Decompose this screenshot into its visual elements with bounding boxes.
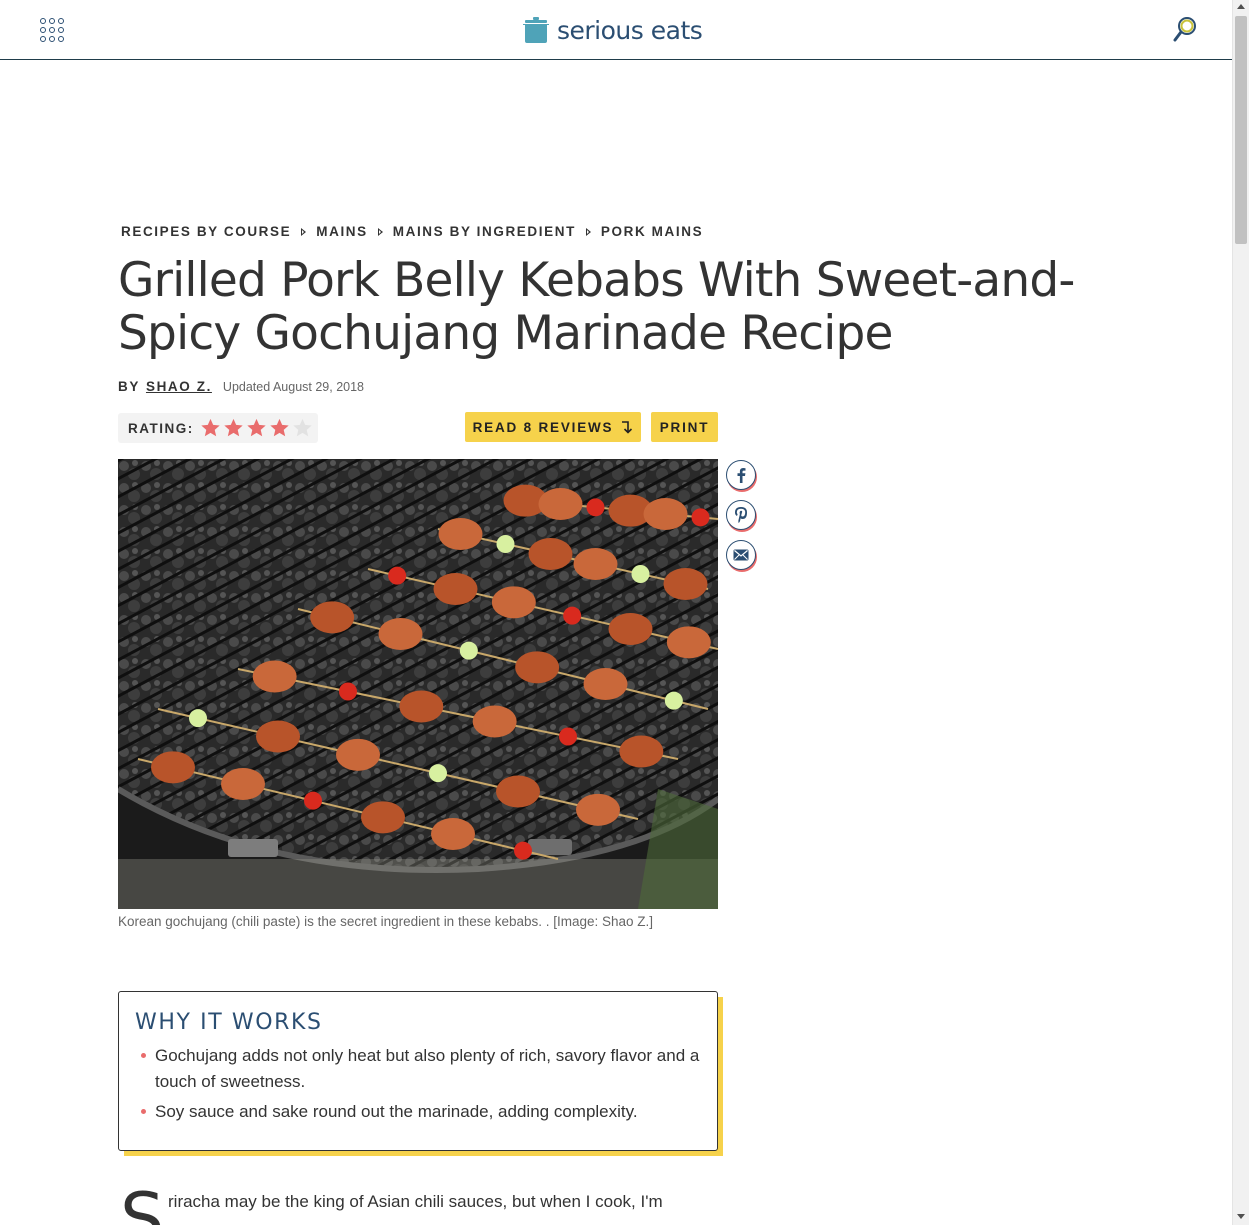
scroll-thumb[interactable]	[1235, 16, 1247, 244]
byline: BY SHAO Z. Updated August 29, 2018	[118, 379, 364, 394]
star-filled-icon	[224, 418, 243, 437]
share-email-button[interactable]	[726, 540, 756, 570]
facebook-icon	[737, 468, 746, 483]
why-it-works-box: WHY IT WORKS Gochujang adds not only hea…	[118, 991, 718, 1151]
share-pinterest-button[interactable]	[726, 500, 756, 530]
image-caption: Korean gochujang (chili paste) is the se…	[118, 914, 654, 929]
why-item: Soy sauce and sake round out the marinad…	[135, 1099, 701, 1125]
email-icon	[733, 549, 749, 561]
read-reviews-label: READ 8 REVIEWS	[472, 419, 614, 435]
star-empty-icon	[293, 418, 312, 437]
star-filled-icon	[247, 418, 266, 437]
rating-box: RATING:	[118, 413, 318, 443]
why-it-works-list: Gochujang adds not only heat but also pl…	[135, 1043, 701, 1125]
breadcrumb-separator-icon	[585, 227, 591, 236]
drop-cap: S	[120, 1178, 165, 1225]
pinterest-icon	[735, 507, 747, 523]
search-icon[interactable]	[1172, 16, 1198, 44]
scroll-down-arrow[interactable]	[1237, 1214, 1245, 1219]
kebab-grill-image	[118, 459, 718, 909]
menu-grid-icon[interactable]	[40, 18, 66, 44]
share-facebook-button[interactable]	[726, 460, 756, 490]
logo-text: serious eats	[557, 15, 703, 45]
arrow-down-right-icon	[622, 421, 633, 434]
why-item: Gochujang adds not only heat but also pl…	[135, 1043, 701, 1095]
updated-date: Updated August 29, 2018	[222, 380, 365, 394]
page-scrollbar[interactable]	[1232, 0, 1249, 1225]
why-it-works-title: WHY IT WORKS	[135, 1010, 323, 1035]
read-reviews-button[interactable]: READ 8 REVIEWS	[465, 412, 641, 442]
author-link[interactable]: SHAO Z.	[146, 379, 212, 394]
page-title: Grilled Pork Belly Kebabs With Sweet-and…	[118, 253, 1075, 361]
site-header: serious eats	[0, 0, 1232, 60]
breadcrumb-mains-by-ingredient[interactable]: MAINS BY INGREDIENT	[393, 224, 576, 239]
rating-stars	[199, 417, 314, 439]
scroll-up-arrow[interactable]	[1237, 4, 1245, 9]
rating-label: RATING:	[128, 420, 194, 436]
breadcrumb-separator-icon	[377, 227, 383, 236]
star-filled-icon	[270, 418, 289, 437]
breadcrumb: RECIPES BY COURSE MAINS MAINS BY INGREDI…	[121, 224, 703, 239]
breadcrumb-separator-icon	[301, 227, 307, 236]
print-button[interactable]: PRINT	[651, 412, 718, 442]
pot-icon	[523, 17, 549, 43]
by-label: BY	[118, 379, 140, 394]
breadcrumb-mains[interactable]: MAINS	[316, 224, 368, 239]
intro-paragraph-line: riracha may be the king of Asian chili s…	[168, 1192, 663, 1211]
star-filled-icon	[201, 418, 220, 437]
breadcrumb-recipes-by-course[interactable]: RECIPES BY COURSE	[121, 224, 291, 239]
site-logo[interactable]: serious eats	[522, 14, 703, 46]
hero-image	[118, 459, 718, 909]
breadcrumb-pork-mains[interactable]: PORK MAINS	[601, 224, 703, 239]
